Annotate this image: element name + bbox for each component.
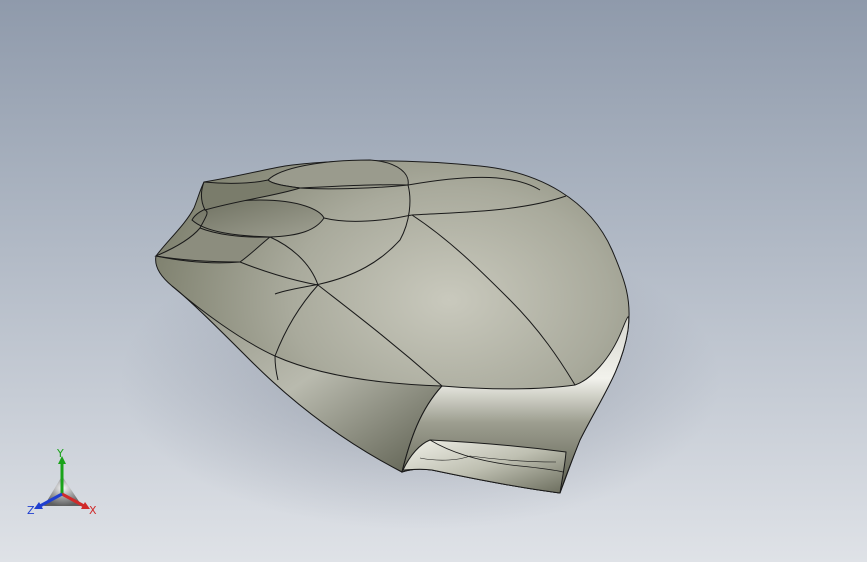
orientation-triad[interactable]: Y X Z [20, 448, 110, 528]
axis-z-label: Z [27, 504, 35, 517]
axis-x-label: X [89, 504, 97, 517]
graphics-viewport[interactable]: Y X Z [0, 0, 867, 562]
3d-model-view[interactable] [0, 0, 867, 562]
axis-y-label: Y [57, 447, 64, 460]
